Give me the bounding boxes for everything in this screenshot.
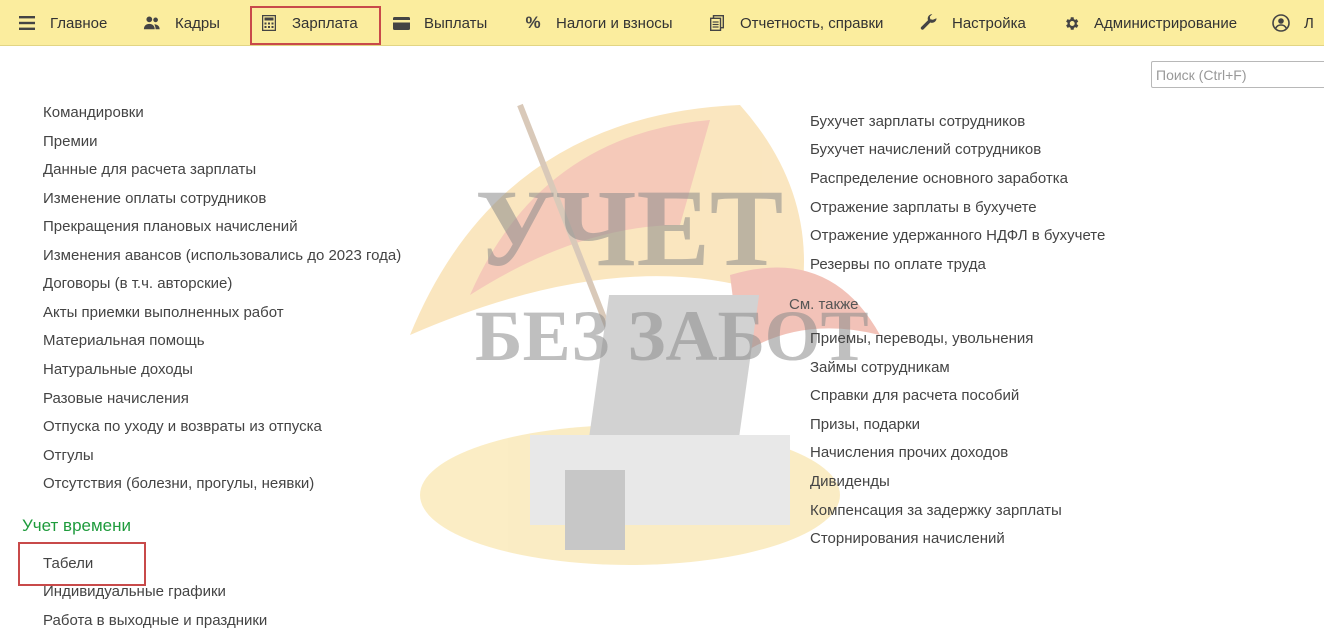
menu-item-label: Главное <box>50 14 108 32</box>
link-benefit-certificates[interactable]: Справки для расчета пособий <box>810 387 1019 405</box>
menu-item-label: Настройка <box>952 14 1026 32</box>
link-parental-leave[interactable]: Отпуска по уходу и возвраты из отпуска <box>43 418 322 436</box>
section-title-time-tracking: Учет времени <box>22 516 132 535</box>
link-absences[interactable]: Отсутствия (болезни, прогулы, неявки) <box>43 475 314 493</box>
link-dividends[interactable]: Дивиденды <box>810 473 890 491</box>
link-salary-data[interactable]: Данные для расчета зарплаты <box>43 161 256 179</box>
link-material-aid[interactable]: Материальная помощь <box>43 332 205 350</box>
menu-item-label: Налоги и взносы <box>556 14 673 32</box>
menu-item-label: Отчетность, справки <box>740 14 884 32</box>
watermark-line1: УЧЕТ <box>475 167 783 289</box>
user-circle-icon <box>1272 14 1290 32</box>
link-timesheets[interactable]: Табели <box>43 555 93 573</box>
menu-item-reports[interactable]: Отчетность, справки <box>708 0 884 45</box>
link-accruals-accounting[interactable]: Бухучет начислений сотрудников <box>810 141 1041 159</box>
menu-item-main[interactable]: Главное <box>18 0 108 45</box>
link-prizes-gifts[interactable]: Призы, подарки <box>810 416 920 434</box>
menu-item-payments[interactable]: Выплаты <box>392 0 488 45</box>
documents-icon <box>708 14 726 32</box>
link-pay-changes[interactable]: Изменение оплаты сотрудников <box>43 190 266 208</box>
link-contracts[interactable]: Договоры (в т.ч. авторские) <box>43 275 232 293</box>
hamburger-icon <box>18 14 36 32</box>
link-advance-changes[interactable]: Изменения авансов (использовались до 202… <box>43 247 401 265</box>
search-input[interactable] <box>1151 61 1324 88</box>
link-ndfl-reflection[interactable]: Отражение удержанного НДФЛ в бухучете <box>810 227 1105 245</box>
see-also-label: См. также <box>789 296 859 313</box>
link-salary-accounting[interactable]: Бухучет зарплаты сотрудников <box>810 113 1025 131</box>
link-one-time-accruals[interactable]: Разовые начисления <box>43 390 189 408</box>
link-business-trips[interactable]: Командировки <box>43 104 144 122</box>
menu-item-label: Л <box>1304 14 1314 32</box>
menu-item-label: Администрирование <box>1094 14 1238 32</box>
link-acceptance-acts[interactable]: Акты приемки выполненных работ <box>43 304 284 322</box>
link-delay-compensation[interactable]: Компенсация за задержку зарплаты <box>810 502 1062 520</box>
link-stop-accruals[interactable]: Прекращения плановых начислений <box>43 218 298 236</box>
wrench-icon <box>920 14 938 32</box>
menu-item-label: Выплаты <box>424 14 488 32</box>
menu-item-settings[interactable]: Настройка <box>920 0 1026 45</box>
link-employee-loans[interactable]: Займы сотрудникам <box>810 359 950 377</box>
menu-item-label: Зарплата <box>292 14 358 32</box>
menu-item-taxes[interactable]: % Налоги и взносы <box>524 0 673 45</box>
main-menu-bar: Главное Кадры Зарплата Выплаты % Налоги … <box>0 0 1324 46</box>
link-bonuses[interactable]: Премии <box>43 133 98 151</box>
link-main-earnings-distribution[interactable]: Распределение основного заработка <box>810 170 1068 188</box>
menu-item-label: Кадры <box>175 14 220 32</box>
link-hiring-transfers[interactable]: Приемы, переводы, увольнения <box>810 330 1033 348</box>
link-individual-schedules[interactable]: Индивидуальные графики <box>43 583 226 601</box>
menu-item-admin[interactable]: Администрирование <box>1062 0 1238 45</box>
menu-item-salary[interactable]: Зарплата <box>250 0 381 45</box>
link-other-income[interactable]: Начисления прочих доходов <box>810 444 1008 462</box>
menu-item-user[interactable]: Л <box>1272 0 1314 45</box>
users-icon <box>143 14 161 32</box>
percent-icon: % <box>525 13 541 32</box>
link-weekend-work[interactable]: Работа в выходные и праздники <box>43 612 267 630</box>
link-payroll-reserves[interactable]: Резервы по оплате труда <box>810 256 986 274</box>
wallet-icon <box>392 14 410 32</box>
link-reversals[interactable]: Сторнирования начислений <box>810 530 1005 548</box>
link-time-off[interactable]: Отгулы <box>43 447 94 465</box>
link-natural-income[interactable]: Натуральные доходы <box>43 361 193 379</box>
gear-icon <box>1062 14 1080 32</box>
link-salary-reflection[interactable]: Отражение зарплаты в бухучете <box>810 199 1037 217</box>
menu-item-hr[interactable]: Кадры <box>143 0 220 45</box>
calculator-icon <box>260 14 278 32</box>
